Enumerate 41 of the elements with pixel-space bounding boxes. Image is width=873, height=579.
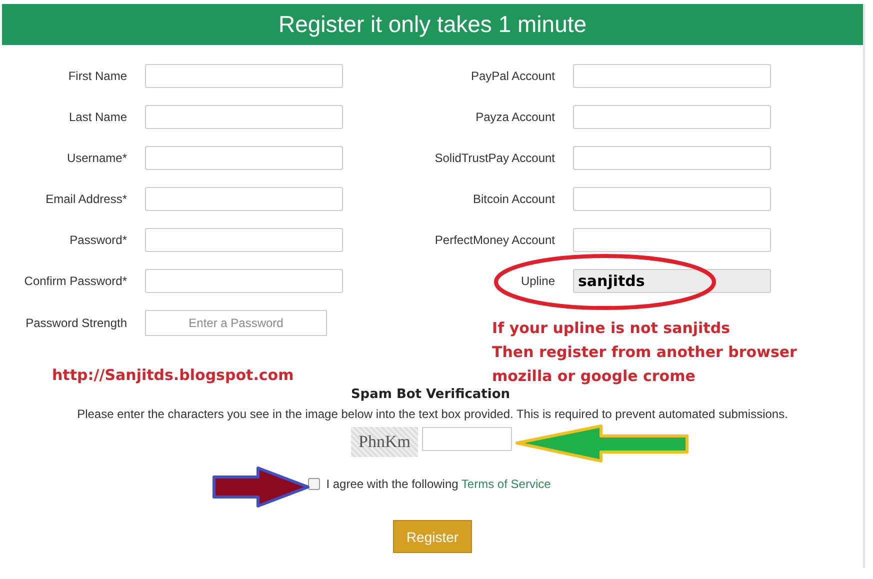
captcha-input[interactable] (422, 427, 512, 451)
instructions-text: Please enter the characters you see in the image below into the text box provided. This is required to prevent automated submissions. (77, 407, 788, 421)
field-label: Confirm Password* (23, 274, 127, 288)
agree-text: I agree with the following Terms of Service (326, 477, 551, 491)
arrow-icon (516, 424, 688, 462)
annotation-text: Then register from another browser (492, 342, 797, 363)
input-field[interactable] (573, 146, 771, 170)
field-label: Payza Account (474, 110, 555, 124)
field-label: SolidTrustPay Account (434, 151, 555, 165)
terms-link[interactable]: Terms of Service (461, 477, 551, 491)
input-field[interactable] (573, 105, 771, 129)
field-label: Last Name (68, 110, 127, 124)
input-field[interactable] (573, 228, 771, 252)
field-label: PerfectMoney Account (434, 233, 555, 247)
input-field[interactable] (145, 64, 343, 88)
checkbox[interactable] (308, 478, 320, 490)
captcha-image: PhnKm (351, 427, 418, 457)
input-field[interactable] (145, 105, 343, 129)
field-label: Password* (68, 233, 127, 247)
field-label: Bitcoin Account (472, 192, 555, 206)
annotation-text: If your upline is not sanjitds (492, 318, 732, 339)
field-label: Upline (520, 274, 555, 288)
form-title: Register it only takes 1 minute (2, 4, 863, 45)
input-field[interactable] (145, 228, 343, 252)
field-label: PayPal Account (470, 69, 555, 83)
input-field[interactable] (145, 187, 343, 211)
register-button[interactable]: Register (393, 520, 472, 553)
annotation-text: mozilla or google crome (492, 366, 696, 387)
section-title: Spam Bot Verification (350, 387, 510, 402)
field-label: Username* (66, 151, 127, 165)
arrow-icon (212, 466, 310, 508)
input-field[interactable] (145, 146, 343, 170)
annotation-text: http://Sanjitds.blogspot.com (52, 365, 294, 386)
field-label: Password Strength (24, 316, 127, 330)
input-field[interactable]: sanjitds (573, 269, 771, 293)
input-field[interactable] (573, 64, 771, 88)
input-field[interactable] (573, 187, 771, 211)
field-label: First Name (67, 69, 127, 83)
input-field[interactable] (145, 269, 343, 293)
field-label: Email Address* (44, 192, 127, 206)
password-strength-field: Enter a Password (145, 310, 327, 336)
